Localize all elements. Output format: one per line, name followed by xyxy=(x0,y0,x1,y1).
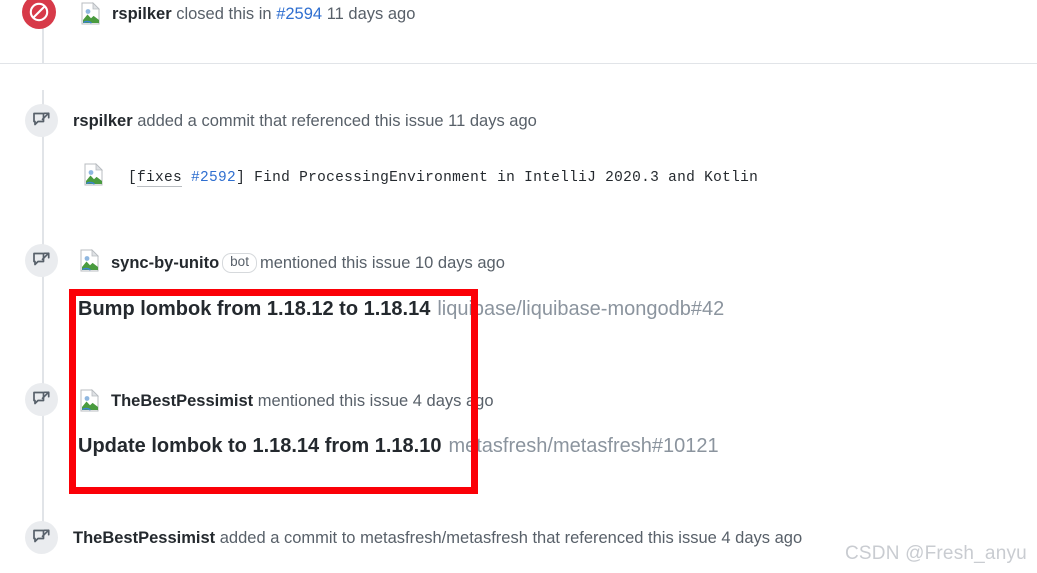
event-timestamp: 10 days ago xyxy=(414,254,505,272)
event-timestamp: 11 days ago xyxy=(448,112,537,130)
timeline-rail xyxy=(42,90,44,552)
referenced-pr-repo[interactable]: metasfresh/metasfresh#10121 xyxy=(448,435,718,457)
issue-closed-icon xyxy=(22,0,56,29)
commit-message-row[interactable]: [fixes #2592] Find ProcessingEnvironment… xyxy=(128,170,759,187)
event-timestamp: 4 days ago xyxy=(721,529,803,547)
avatar[interactable] xyxy=(83,163,106,186)
commit-message-text: Find ProcessingEnvironment in IntelliJ 2… xyxy=(254,170,759,186)
commit-issue-link[interactable]: #2592 xyxy=(191,170,236,186)
closed-event-issue-link[interactable]: #2594 xyxy=(276,5,322,23)
closed-event-timestamp: 11 days ago xyxy=(326,5,416,23)
referenced-pr-repo[interactable]: liquibase/liquibase-mongodb#42 xyxy=(437,298,724,320)
event-text-commit-referenced: rspilker added a commit that referenced … xyxy=(73,113,537,130)
event-action: mentioned this issue xyxy=(259,254,411,272)
avatar[interactable] xyxy=(79,249,102,272)
watermark: CSDN @Fresh_anyu xyxy=(845,543,1027,564)
avatar[interactable] xyxy=(79,389,102,412)
event-text-mentioned-unito: sync-by-unito bot mentioned this issue 10 … xyxy=(111,253,505,273)
bot-badge: bot xyxy=(222,253,257,273)
event-actor[interactable]: rspilker xyxy=(73,112,133,130)
event-actor[interactable]: TheBestPessimist xyxy=(73,529,215,547)
cross-reference-icon xyxy=(25,383,58,416)
closed-event-actor[interactable]: rspilker xyxy=(112,5,172,23)
closed-event-text: rspilker closed this in #2594 11 days ag… xyxy=(112,6,415,23)
cross-reference-icon xyxy=(25,521,58,554)
event-timestamp: 4 days ago xyxy=(412,392,494,410)
event-actor[interactable]: sync-by-unito xyxy=(111,254,219,272)
event-action: added a commit that referenced this issu… xyxy=(137,112,444,130)
event-action: added a commit to metasfresh/metasfresh … xyxy=(219,529,717,547)
commit-bracket-open: [ xyxy=(128,170,138,186)
referenced-pr-row: Bump lombok from 1.18.12 to 1.18.14 liqui… xyxy=(78,299,724,319)
event-text-mentioned-pessimist: TheBestPessimist mentioned this issue 4 … xyxy=(111,393,494,410)
referenced-pr-title[interactable]: Update lombok to 1.18.14 from 1.18.10 xyxy=(78,435,441,457)
closed-event-action: closed this in xyxy=(176,5,272,23)
commit-bracket-close: ] xyxy=(236,170,246,186)
cross-reference-icon xyxy=(25,104,58,137)
referenced-pr-row: Update lombok to 1.18.14 from 1.18.10 met… xyxy=(78,436,719,456)
event-text-commit-metasfresh: TheBestPessimist added a commit to metas… xyxy=(73,530,802,547)
timeline-rail-top xyxy=(42,28,44,64)
commit-fixes-label: fixes xyxy=(137,170,183,187)
event-action: mentioned this issue xyxy=(257,392,409,410)
avatar[interactable] xyxy=(80,2,103,25)
section-divider xyxy=(0,63,1037,64)
cross-reference-icon xyxy=(25,244,58,277)
event-actor[interactable]: TheBestPessimist xyxy=(111,392,253,410)
referenced-pr-title[interactable]: Bump lombok from 1.18.12 to 1.18.14 xyxy=(78,298,430,320)
